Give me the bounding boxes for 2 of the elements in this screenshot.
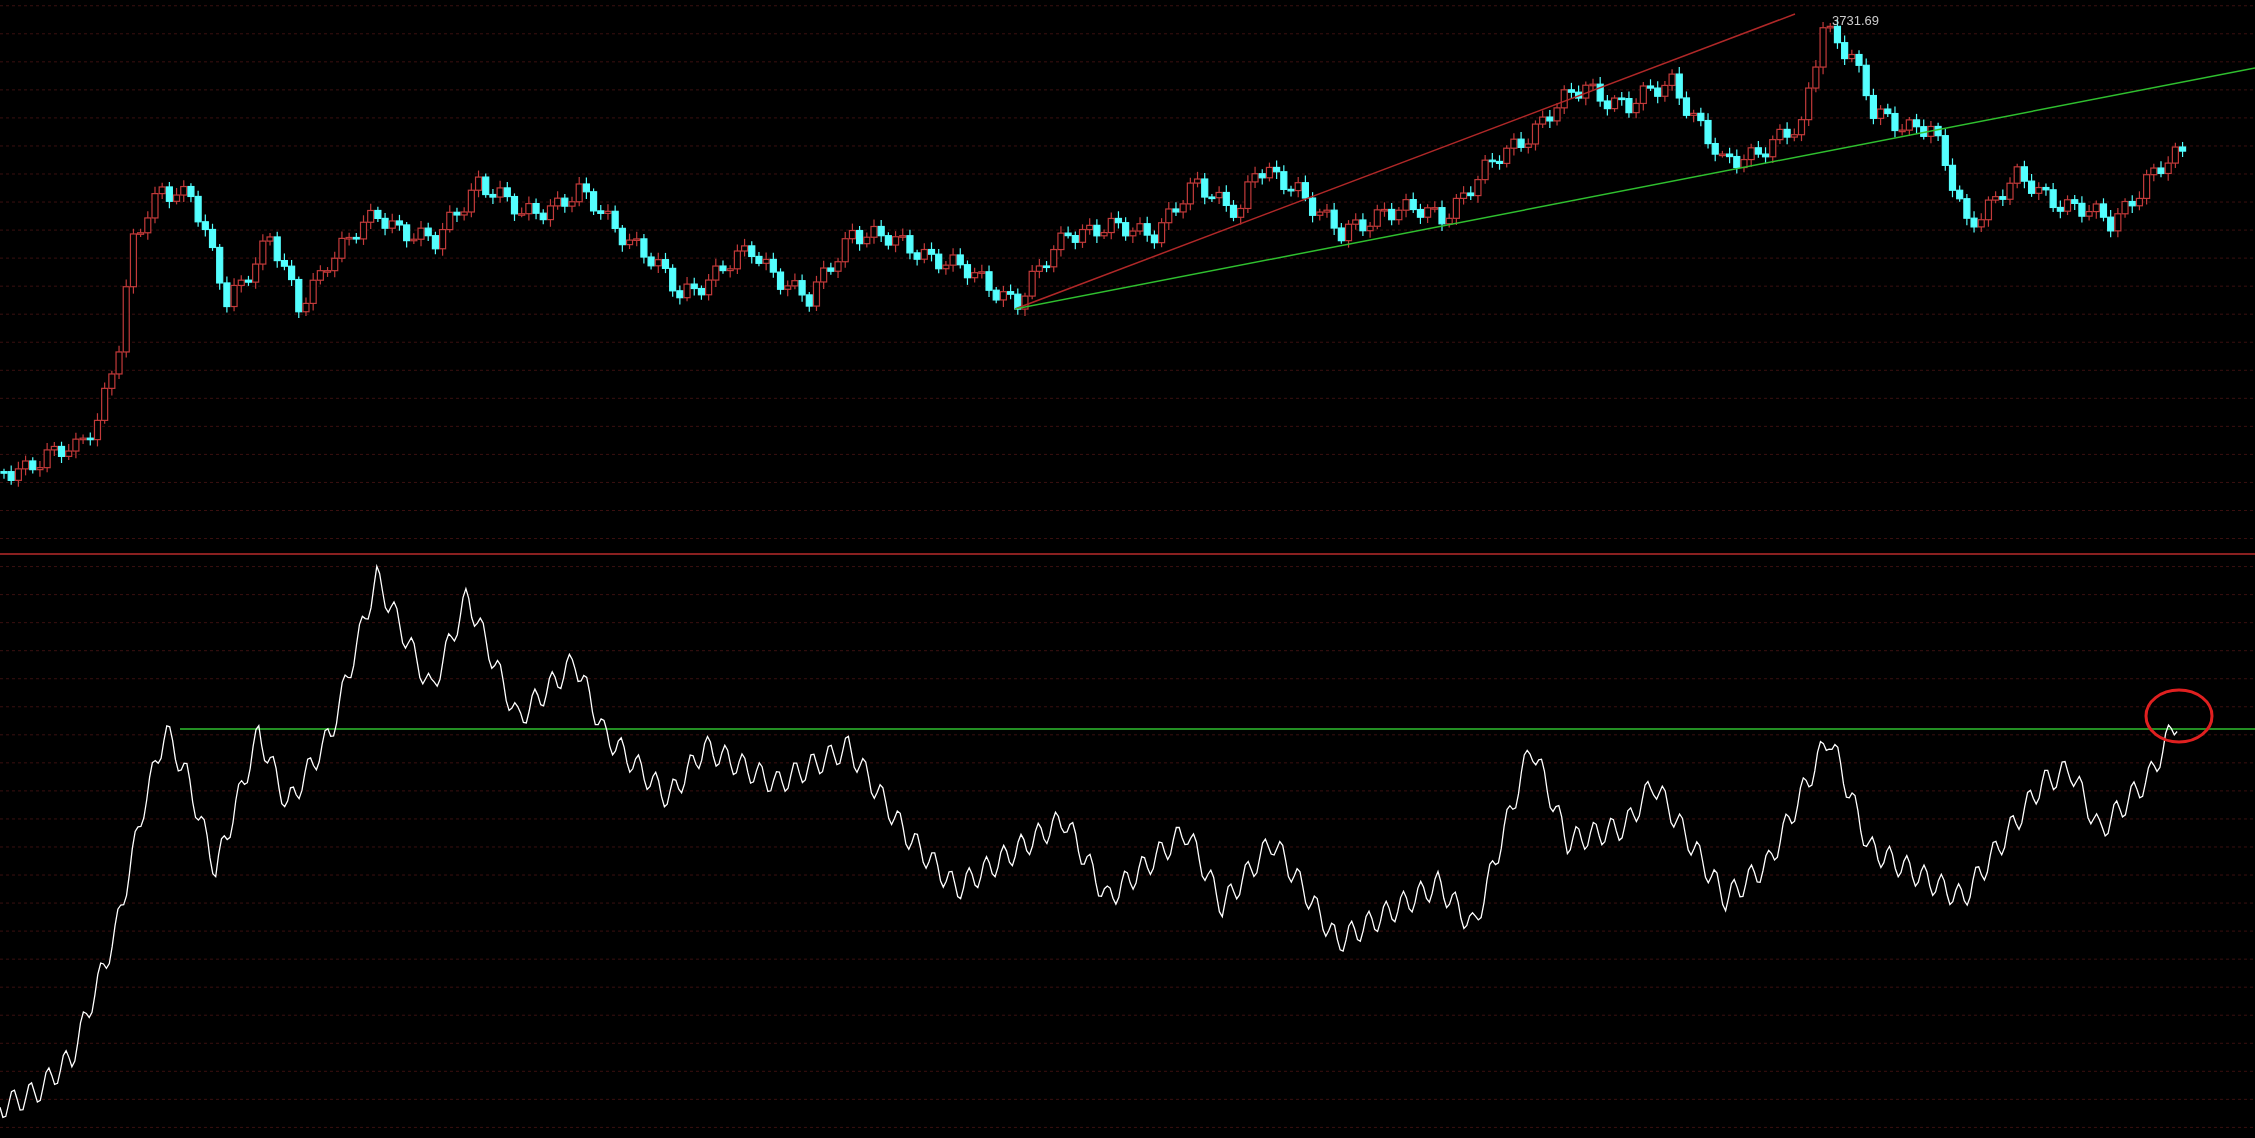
- circle-mark: [2144, 688, 2214, 744]
- price-label: 3731.69: [1832, 13, 1879, 28]
